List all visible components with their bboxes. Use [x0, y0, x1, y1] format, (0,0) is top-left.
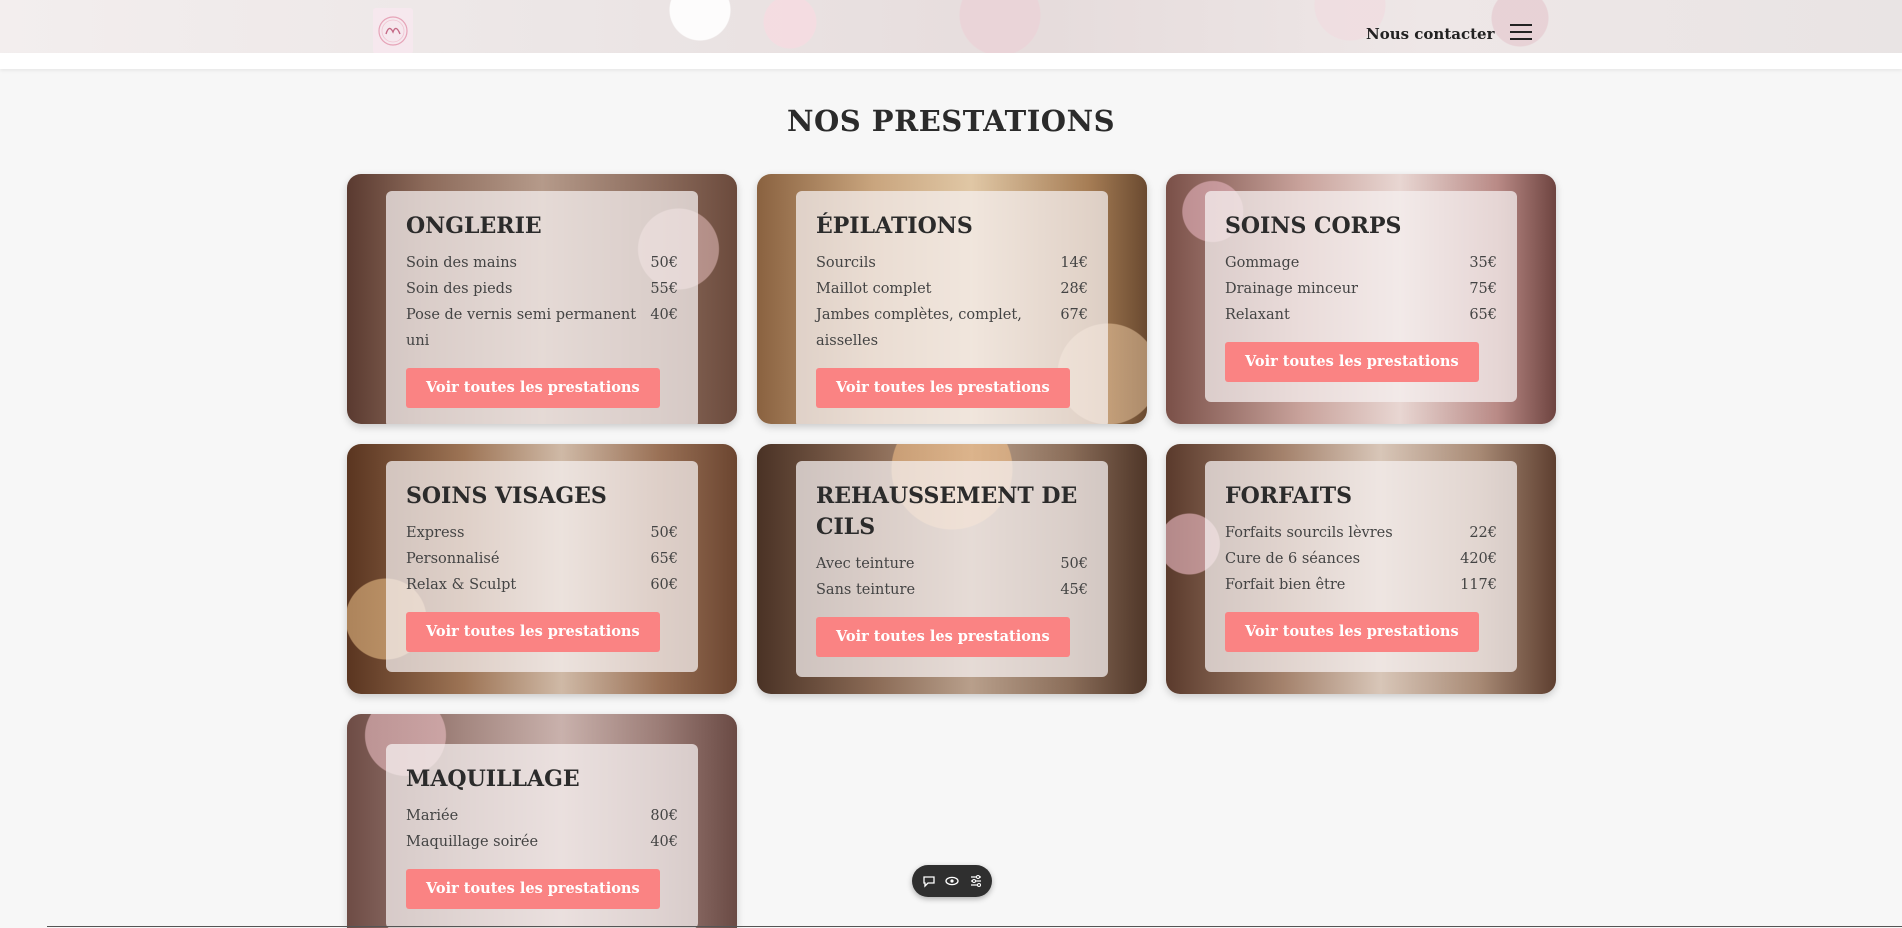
service-name: Avec teinture	[816, 556, 915, 572]
list-item: Personnalisé 65€	[406, 546, 678, 572]
card-panel: ONGLERIE Soin des mains 50€ Soin des pied…	[386, 191, 698, 424]
card-soins-visages: SOINS VISAGES Express 50€ Personnalisé 65€…	[347, 444, 737, 694]
service-name: Pose de vernis semi permanent uni	[406, 307, 637, 349]
service-name: Forfait bien être	[1225, 577, 1346, 593]
service-price: 55€	[650, 281, 678, 297]
list-item: Sourcils 14€	[816, 250, 1088, 276]
service-price: 60€	[650, 577, 678, 593]
page-title: NOS PRESTATIONS	[786, 104, 1116, 138]
card-panel: ÉPILATIONS Sourcils 14€ Maillot complet 28…	[796, 191, 1108, 424]
service-price: 50€	[1060, 556, 1088, 572]
see-all-services-button[interactable]: Voir toutes les prestations	[816, 368, 1070, 408]
service-price: 35€	[1469, 255, 1497, 271]
card-rehaussement-de-cils: REHAUSSEMENT DE CILS Avec teinture 50€ Sa…	[757, 444, 1147, 694]
list-item: Express 50€	[406, 520, 678, 546]
header-divider	[0, 53, 1902, 69]
service-price: 22€	[1469, 525, 1497, 541]
see-all-services-button[interactable]: Voir toutes les prestations	[406, 368, 660, 408]
list-item: Gommage 35€	[1225, 250, 1497, 276]
list-item: Soin des mains 50€	[406, 250, 678, 276]
card-title: ONGLERIE	[406, 213, 542, 239]
service-price: 75€	[1469, 281, 1497, 297]
divider	[47, 926, 1902, 927]
service-price: 50€	[650, 525, 678, 541]
logo-mark-icon	[378, 16, 408, 46]
service-name: Drainage minceur	[1225, 281, 1358, 297]
service-price: 65€	[650, 551, 678, 567]
service-name: Sourcils	[816, 255, 876, 271]
service-price: 14€	[1060, 255, 1088, 271]
list-item: Avec teinture 50€	[816, 551, 1088, 577]
comment-icon[interactable]	[922, 874, 936, 888]
service-price: 50€	[650, 255, 678, 271]
service-name: Relax & Sculpt	[406, 577, 517, 593]
list-item: Forfait bien être 117€	[1225, 572, 1497, 598]
card-onglerie: ONGLERIE Soin des mains 50€ Soin des pied…	[347, 174, 737, 424]
settings-sliders-icon[interactable]	[969, 874, 983, 888]
list-item: Pose de vernis semi permanent uni 40€	[406, 302, 678, 354]
service-price: 45€	[1060, 582, 1088, 598]
service-name: Soin des mains	[406, 255, 517, 271]
list-item: Drainage minceur 75€	[1225, 276, 1497, 302]
card-panel: SOINS CORPS Gommage 35€ Drainage minceur 7…	[1205, 191, 1517, 402]
logo[interactable]	[373, 8, 413, 54]
service-name: Maquillage soirée	[406, 834, 539, 850]
card-panel: REHAUSSEMENT DE CILS Avec teinture 50€ Sa…	[796, 461, 1108, 677]
eye-icon[interactable]	[945, 874, 959, 888]
service-price: 65€	[1469, 307, 1497, 323]
service-price: 40€	[650, 307, 678, 323]
card-panel: MAQUILLAGE Mariée 80€ Maquillage soirée 40…	[386, 744, 698, 928]
list-item: Relaxant 65€	[1225, 302, 1497, 328]
list-item: Maillot complet 28€	[816, 276, 1088, 302]
service-price: 80€	[650, 808, 678, 824]
service-name: Relaxant	[1225, 307, 1290, 323]
list-item: Jambes complètes, complet, aisselles 67€	[816, 302, 1088, 354]
card-title: FORFAITS	[1225, 483, 1353, 509]
floating-toolbar	[912, 865, 992, 897]
list-item: Sans teinture 45€	[816, 577, 1088, 603]
see-all-services-button[interactable]: Voir toutes les prestations	[1225, 342, 1479, 382]
card-title: SOINS CORPS	[1225, 213, 1402, 239]
service-name: Personnalisé	[406, 551, 500, 567]
service-name: Soin des pieds	[406, 281, 513, 297]
service-name: Express	[406, 525, 465, 541]
see-all-services-button[interactable]: Voir toutes les prestations	[816, 617, 1070, 657]
list-item: Forfaits sourcils lèvres 22€	[1225, 520, 1497, 546]
contact-link[interactable]: Nous contacter	[1366, 25, 1495, 43]
service-price: 420€	[1460, 551, 1497, 567]
card-epilations: ÉPILATIONS Sourcils 14€ Maillot complet 28…	[757, 174, 1147, 424]
card-soins-corps: SOINS CORPS Gommage 35€ Drainage minceur 7…	[1166, 174, 1556, 424]
service-name: Mariée	[406, 808, 459, 824]
list-item: Maquillage soirée 40€	[406, 829, 678, 855]
card-title: SOINS VISAGES	[406, 483, 607, 509]
card-title: MAQUILLAGE	[406, 766, 580, 792]
card-title: REHAUSSEMENT DE CILS	[816, 483, 1078, 540]
card-panel: SOINS VISAGES Express 50€ Personnalisé 65€…	[386, 461, 698, 672]
service-price: 67€	[1060, 307, 1088, 323]
service-price: 117€	[1460, 577, 1497, 593]
service-name: Gommage	[1225, 255, 1300, 271]
see-all-services-button[interactable]: Voir toutes les prestations	[1225, 612, 1479, 652]
service-name: Cure de 6 séances	[1225, 551, 1361, 567]
list-item: Mariée 80€	[406, 803, 678, 829]
card-panel: FORFAITS Forfaits sourcils lèvres 22€ Cur…	[1205, 461, 1517, 672]
service-name: Sans teinture	[816, 582, 916, 598]
see-all-services-button[interactable]: Voir toutes les prestations	[406, 612, 660, 652]
service-price: 40€	[650, 834, 678, 850]
service-name: Maillot complet	[816, 281, 932, 297]
site-header: Nous contacter	[0, 0, 1902, 54]
see-all-services-button[interactable]: Voir toutes les prestations	[406, 869, 660, 909]
card-title: ÉPILATIONS	[816, 213, 973, 239]
service-name: Forfaits sourcils lèvres	[1225, 525, 1393, 541]
list-item: Soin des pieds 55€	[406, 276, 678, 302]
list-item: Cure de 6 séances 420€	[1225, 546, 1497, 572]
service-name: Jambes complètes, complet, aisselles	[816, 307, 1022, 349]
list-item: Relax & Sculpt 60€	[406, 572, 678, 598]
card-forfaits: FORFAITS Forfaits sourcils lèvres 22€ Cur…	[1166, 444, 1556, 694]
service-price: 28€	[1060, 281, 1088, 297]
hamburger-menu-icon[interactable]	[1510, 24, 1532, 42]
card-maquillage: MAQUILLAGE Mariée 80€ Maquillage soirée 40…	[347, 714, 737, 928]
